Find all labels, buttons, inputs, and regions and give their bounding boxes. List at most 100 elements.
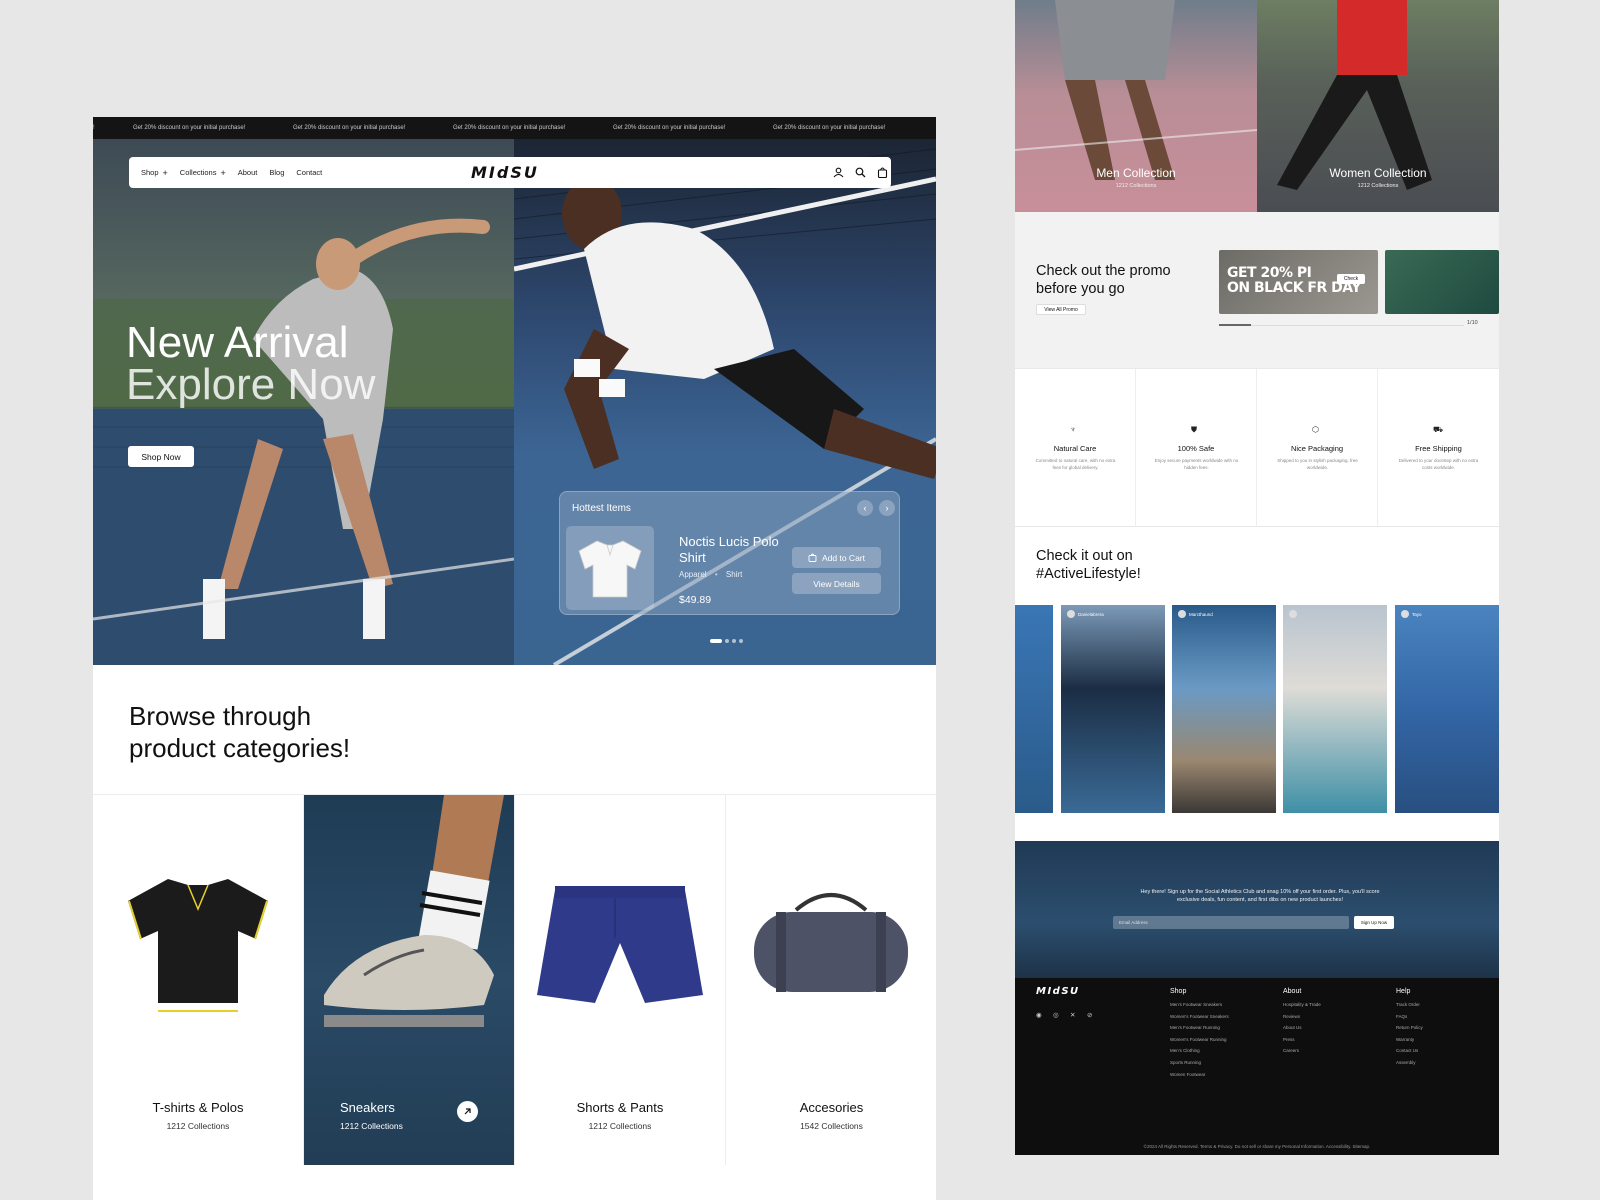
social-post[interactable]: Tayo bbox=[1395, 605, 1499, 813]
product-type: Shirt bbox=[725, 570, 743, 579]
promo-check-button[interactable]: Check bbox=[1337, 274, 1365, 284]
pagination-dot[interactable] bbox=[739, 639, 743, 643]
category-card-sneakers[interactable]: Sneakers 1212 Collections bbox=[304, 795, 515, 1165]
hottest-items-card: Hottest Items ‹ › Noctis Lucis Polo Shir… bbox=[559, 491, 900, 615]
instagram-icon[interactable]: ◉ bbox=[1036, 1011, 1042, 1019]
footer-link[interactable]: Women's Footwear Sneakers bbox=[1170, 1014, 1229, 1019]
leaf-icon: ♆ bbox=[1070, 425, 1076, 434]
footer-col-title: About bbox=[1283, 988, 1302, 995]
nav-label: Shop bbox=[141, 168, 159, 177]
feature-description: Delivered to your doorstep with no extra… bbox=[1398, 458, 1479, 470]
promo-banner-black-friday[interactable]: GET 20% PI ON BLACK FR DAY Check bbox=[1219, 250, 1378, 314]
search-icon[interactable] bbox=[854, 166, 867, 179]
footer-link[interactable]: Men's Clothing bbox=[1170, 1048, 1229, 1053]
category-count: 1212 Collections bbox=[166, 1121, 230, 1131]
footer-link[interactable]: Contact Us bbox=[1396, 1048, 1423, 1053]
collection-count: 1212 Collections bbox=[1115, 183, 1157, 189]
plus-icon: + bbox=[162, 167, 168, 178]
post-username: Marcthaund bbox=[1189, 611, 1213, 617]
carousel-next-button[interactable]: › bbox=[879, 500, 895, 516]
footer-link[interactable]: Men's Footwear Sneakers bbox=[1170, 1002, 1229, 1007]
footer-link[interactable]: Men's Footwear Running bbox=[1170, 1025, 1229, 1030]
footer-link[interactable]: About Us bbox=[1283, 1025, 1321, 1030]
link-icon[interactable]: ⊘ bbox=[1087, 1011, 1092, 1019]
pagination-dot[interactable] bbox=[732, 639, 736, 643]
feature-title: 100% Safe bbox=[1177, 444, 1215, 453]
shield-icon: ⛊ bbox=[1191, 425, 1197, 434]
add-to-cart-button[interactable]: Add to Cart bbox=[792, 547, 881, 568]
nav-shop[interactable]: Shop + bbox=[141, 168, 168, 178]
nav-about[interactable]: About bbox=[238, 168, 258, 177]
sign-up-button[interactable]: Sign Up Now bbox=[1354, 916, 1394, 929]
footer-link[interactable]: Hospitality & Trade bbox=[1283, 1002, 1321, 1007]
category-card-accessories[interactable]: Accesories 1542 Collections bbox=[726, 795, 936, 1165]
promo-title-line2: before you go bbox=[1036, 281, 1125, 297]
feature-description: Committed to natural care, with no extra… bbox=[1035, 458, 1116, 470]
footer-link[interactable]: Women Footwear bbox=[1170, 1072, 1229, 1077]
promo-progress-track bbox=[1219, 325, 1464, 326]
footer-link[interactable]: Return Policy bbox=[1396, 1025, 1423, 1030]
carousel-prev-button[interactable]: ‹ bbox=[857, 500, 873, 516]
women-collection-card[interactable]: Women Collection 1212 Collections bbox=[1257, 0, 1499, 212]
footer-col-shop: Shop Men's Footwear Sneakers Women's Foo… bbox=[1170, 988, 1229, 1083]
feature-description: Enjoy secure payments worldwide with no … bbox=[1154, 458, 1239, 470]
pagination-dot[interactable] bbox=[725, 639, 729, 643]
footer-link[interactable]: Assembly bbox=[1396, 1060, 1423, 1065]
feature-safe: ⛊ 100% Safe Enjoy secure payments worldw… bbox=[1136, 369, 1257, 527]
nav-contact[interactable]: Contact bbox=[296, 168, 322, 177]
arrow-up-right-icon[interactable] bbox=[457, 1101, 478, 1122]
browse-heading: Browse through product categories! bbox=[129, 700, 350, 764]
footer-link[interactable]: Warranty bbox=[1396, 1037, 1423, 1042]
category-card-tshirts[interactable]: T-shirts & Polos 1212 Collections bbox=[93, 795, 304, 1165]
social-post[interactable] bbox=[1015, 605, 1053, 813]
hero-title-line1: New Arrival bbox=[126, 318, 349, 367]
pagination-dot[interactable] bbox=[710, 639, 722, 643]
nav-label: Collections bbox=[179, 168, 217, 177]
feature-title: Natural Care bbox=[1053, 444, 1097, 453]
home-page: ! Get 20% discount on your initial purch… bbox=[93, 117, 936, 1200]
social-post[interactable] bbox=[1283, 605, 1387, 813]
social-post[interactable]: Danielabrera bbox=[1061, 605, 1165, 813]
nav-collections[interactable]: Collections + bbox=[180, 168, 226, 178]
avatar bbox=[1289, 610, 1297, 618]
product-meta: Apparel • Shirt bbox=[679, 570, 742, 579]
category-card-shorts[interactable]: Shorts & Pants 1212 Collections bbox=[515, 795, 726, 1165]
promo-banner-second[interactable] bbox=[1385, 250, 1499, 314]
x-icon[interactable]: ✕ bbox=[1070, 1011, 1075, 1019]
duffel-bag-image bbox=[754, 893, 908, 992]
footer-link[interactable]: Reviews bbox=[1283, 1014, 1321, 1019]
view-all-promo-button[interactable]: View All Promo bbox=[1036, 304, 1086, 315]
footer-link[interactable]: FAQs bbox=[1396, 1014, 1423, 1019]
user-icon[interactable] bbox=[832, 166, 845, 179]
avatar bbox=[1178, 610, 1186, 618]
product-thumbnail[interactable] bbox=[566, 526, 654, 610]
sneaker-leg-image bbox=[324, 795, 504, 1027]
cart-icon[interactable] bbox=[876, 166, 889, 179]
browse-title-line2: product categories! bbox=[129, 733, 351, 763]
footer-link[interactable]: Press bbox=[1283, 1037, 1321, 1042]
shop-now-button[interactable]: Shop Now bbox=[128, 446, 194, 467]
category-name: Shorts & Pants bbox=[576, 1100, 664, 1115]
footer-link[interactable]: Women's Footwear Running bbox=[1170, 1037, 1229, 1042]
product-name[interactable]: Noctis Lucis Polo Shirt bbox=[679, 534, 789, 566]
footer-link[interactable]: Sports Running bbox=[1170, 1060, 1229, 1065]
truck-icon: ⛟ bbox=[1433, 425, 1444, 434]
black-polo-image bbox=[128, 879, 268, 1012]
camera-icon[interactable]: ◎ bbox=[1053, 1011, 1059, 1019]
copyright: ©2024 All Rights Reserved. Terms & Priva… bbox=[1143, 1144, 1371, 1149]
social-title-line2: #ActiveLifestyle! bbox=[1036, 566, 1141, 582]
footer-logo[interactable]: MIdSU bbox=[1036, 986, 1080, 997]
product-price: $49.89 bbox=[679, 594, 712, 606]
brand-logo[interactable]: MIdSU bbox=[471, 163, 539, 182]
site-footer: MIdSU ◉ ◎ ✕ ⊘ Shop Men's Footwear Sneake… bbox=[1015, 978, 1499, 1155]
email-input[interactable]: Email Address bbox=[1113, 916, 1349, 929]
footer-link[interactable]: Track Order bbox=[1396, 1002, 1423, 1007]
plus-icon: + bbox=[220, 167, 226, 178]
category-count: 1212 Collections bbox=[588, 1121, 652, 1131]
social-post[interactable]: Marcthaund bbox=[1172, 605, 1276, 813]
category-count: 1542 Collections bbox=[800, 1121, 863, 1131]
footer-link[interactable]: Careers bbox=[1283, 1048, 1321, 1053]
men-collection-card[interactable]: Men Collection 1212 Collections bbox=[1015, 0, 1257, 212]
nav-blog[interactable]: Blog bbox=[269, 168, 284, 177]
view-details-button[interactable]: View Details bbox=[792, 573, 881, 594]
